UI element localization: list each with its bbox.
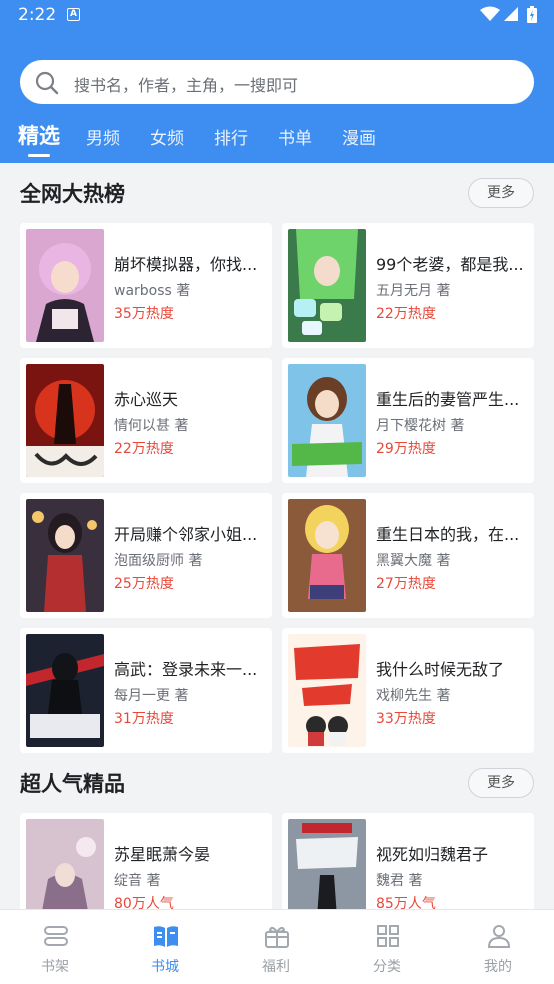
category-tabs: 精选 男频 女频 排行 书单 漫画 — [0, 118, 554, 163]
status-time: 2:22 — [18, 5, 57, 25]
book-cover — [288, 229, 366, 342]
tab-ranking[interactable]: 排行 — [214, 124, 248, 149]
book-cover — [26, 229, 104, 342]
battery-icon — [527, 6, 537, 27]
book-title: 苏星眠萧今晏 — [114, 845, 211, 864]
book-heat: 25万热度 — [114, 576, 174, 592]
book-title: 高武：登录未来一... — [114, 660, 258, 679]
book-card[interactable]: 崩坏模拟器，你找... warboss 著 35万热度 — [20, 223, 272, 348]
book-card[interactable]: 开局赚个邻家小姐... 泡面级厨师 著 25万热度 — [20, 493, 272, 618]
book-title: 我什么时候无敌了 — [376, 660, 505, 679]
book-title: 重生日本的我，在... — [376, 525, 520, 544]
book-cover — [26, 634, 104, 747]
search-bar[interactable]: 搜书名，作者，主角，一搜即可 — [20, 60, 534, 104]
more-button-hot[interactable]: 更多 — [468, 178, 534, 208]
wifi-icon — [480, 6, 500, 26]
nav-bookstore[interactable]: 书城 — [110, 910, 220, 984]
tab-booklist[interactable]: 书单 — [278, 124, 312, 149]
book-heat: 33万热度 — [376, 711, 436, 727]
book-title: 99个老婆，都是我... — [376, 255, 524, 274]
book-card[interactable]: 高武：登录未来一... 每月一更 著 31万热度 — [20, 628, 272, 753]
section-title-hot: 全网大热榜 — [20, 182, 125, 206]
book-heat: 22万热度 — [376, 306, 436, 322]
notification-icon: A — [67, 8, 80, 21]
book-cover — [288, 634, 366, 747]
tab-featured[interactable]: 精选 — [18, 120, 60, 150]
book-author: 黑翼大魔 著 — [376, 553, 451, 569]
book-title: 重生后的妻管严生... — [376, 390, 520, 409]
bottom-navigation: 书架 书城 福利 分类 我的 — [0, 909, 554, 984]
bookstore-icon — [153, 924, 179, 952]
profile-icon — [486, 924, 512, 952]
status-bar: 2:22 A — [0, 0, 554, 30]
book-card[interactable]: 我什么时候无敌了 戏柳先生 著 33万热度 — [282, 628, 534, 753]
tab-male[interactable]: 男频 — [86, 124, 120, 149]
book-heat: 35万热度 — [114, 306, 174, 322]
gift-icon — [264, 924, 290, 952]
book-author: 月下樱花树 著 — [376, 418, 465, 434]
book-heat: 29万热度 — [376, 441, 436, 457]
book-title: 崩坏模拟器，你找... — [114, 255, 258, 274]
book-author: 泡面级厨师 著 — [114, 553, 203, 569]
nav-label: 书城 — [151, 959, 179, 975]
nav-profile[interactable]: 我的 — [443, 910, 553, 984]
book-cover — [26, 499, 104, 612]
book-author: 每月一更 著 — [114, 688, 189, 704]
nav-category[interactable]: 分类 — [332, 910, 442, 984]
search-placeholder: 搜书名，作者，主角，一搜即可 — [74, 76, 299, 95]
book-author: 魏君 著 — [376, 873, 423, 889]
nav-label: 书架 — [41, 959, 69, 975]
header: 2:22 A 搜书名，作者，主角，一搜即可 精选 男频 女频 排行 书单 漫画 — [0, 0, 554, 163]
book-author: 绽音 著 — [114, 873, 161, 889]
nav-label: 分类 — [373, 959, 401, 975]
book-heat: 31万热度 — [114, 711, 174, 727]
book-title: 赤心巡天 — [114, 390, 179, 409]
nav-bookshelf[interactable]: 书架 — [0, 910, 110, 984]
tab-female[interactable]: 女频 — [150, 124, 184, 149]
search-icon — [34, 70, 60, 100]
more-button-popular[interactable]: 更多 — [468, 768, 534, 798]
active-tab-indicator — [28, 154, 50, 157]
book-card[interactable]: 赤心巡天 情何以甚 著 22万热度 — [20, 358, 272, 483]
book-card[interactable]: 重生后的妻管严生... 月下樱花树 著 29万热度 — [282, 358, 534, 483]
book-author: 戏柳先生 著 — [376, 688, 451, 704]
book-cover — [288, 364, 366, 477]
book-author: warboss 著 — [114, 283, 191, 299]
nav-welfare[interactable]: 福利 — [221, 910, 331, 984]
tab-comics[interactable]: 漫画 — [342, 124, 376, 149]
book-title: 视死如归魏君子 — [376, 845, 489, 864]
book-card[interactable]: 重生日本的我，在... 黑翼大魔 著 27万热度 — [282, 493, 534, 618]
book-card[interactable]: 99个老婆，都是我... 五月无月 著 22万热度 — [282, 223, 534, 348]
book-cover — [288, 499, 366, 612]
category-grid-icon — [375, 924, 401, 952]
bookshelf-icon — [43, 924, 69, 952]
book-heat: 22万热度 — [114, 441, 174, 457]
book-cover — [26, 364, 104, 477]
book-title: 开局赚个邻家小姐... — [114, 525, 258, 544]
book-heat: 27万热度 — [376, 576, 436, 592]
nav-label: 福利 — [262, 959, 290, 975]
book-author: 五月无月 著 — [376, 283, 451, 299]
nav-label: 我的 — [484, 959, 512, 975]
book-author: 情何以甚 著 — [114, 418, 189, 434]
signal-icon — [503, 6, 519, 26]
section-title-popular: 超人气精品 — [20, 772, 125, 796]
